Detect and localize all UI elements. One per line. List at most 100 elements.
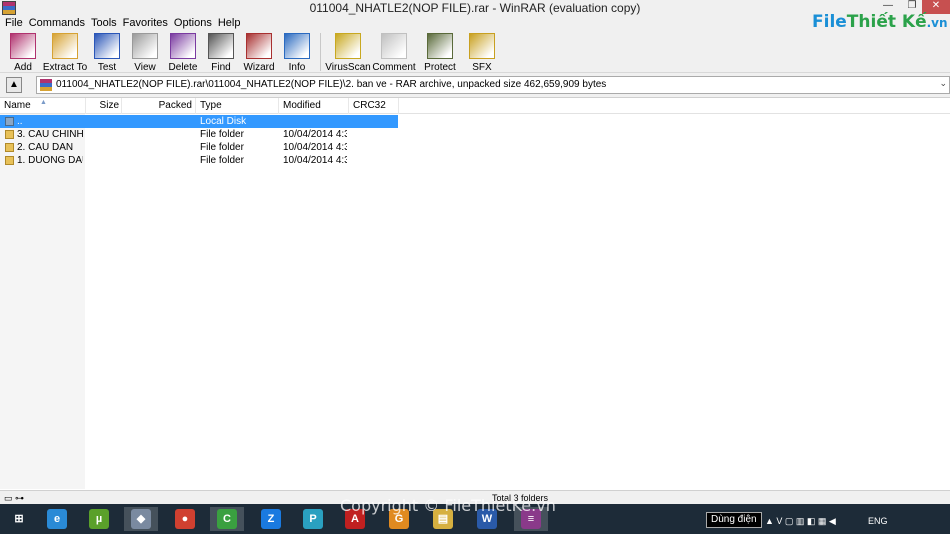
archive-icon	[40, 79, 52, 91]
column-packed[interactable]: Packed	[122, 98, 196, 114]
virusscan-button[interactable]: VirusScan	[325, 31, 371, 73]
test-button[interactable]: Test	[88, 31, 126, 73]
watermark-ext: .vn	[926, 16, 948, 30]
column-crc32[interactable]: CRC32	[349, 98, 399, 114]
column-size[interactable]: Size	[86, 98, 122, 114]
file-type: File folder	[200, 155, 244, 166]
battery-tooltip: Dùng điện	[706, 512, 762, 528]
coc-coc-taskbar-button[interactable]: C	[210, 507, 244, 531]
add-archive-icon	[10, 33, 36, 59]
column-name[interactable]: Name ▲	[0, 98, 86, 114]
menu-bar: File Commands Tools Favorites Options He…	[0, 15, 950, 31]
address-bar: ▲ 011004_NHATLE2(NOP FILE).rar\011004_NH…	[0, 76, 950, 94]
column-type[interactable]: Type	[196, 98, 279, 114]
menu-favorites[interactable]: Favorites	[122, 15, 173, 31]
wizard-icon	[246, 33, 272, 59]
add-button[interactable]: Add	[4, 31, 42, 73]
watermark-logo: FileThiết Kế.vn	[812, 12, 948, 32]
toolbar-label: Find	[211, 62, 231, 73]
toolbar: Add Extract To Test View Delete Find Wizard Inf…	[0, 31, 950, 73]
column-modified[interactable]: Modified	[279, 98, 349, 114]
view-button[interactable]: View	[126, 31, 164, 73]
wizard-button[interactable]: Wizard	[240, 31, 278, 73]
table-row[interactable]: 3. CAU CHINH File folder 10/04/2014 4:3...	[0, 128, 398, 141]
windows-start-taskbar-button[interactable]: ⊞	[2, 507, 36, 531]
toolbar-label: View	[134, 62, 156, 73]
toolbar-label: Comment	[372, 62, 416, 73]
internet-explorer-icon: e	[47, 509, 67, 529]
copyright-watermark: Copyright © FileThietKe.vn	[340, 496, 556, 515]
pdf-app-icon: P	[303, 509, 323, 529]
toolbar-label: Wizard	[243, 62, 275, 73]
drive-status-icon[interactable]: ▭ ⊶	[4, 493, 24, 504]
file-modified: 10/04/2014 4:3...	[283, 142, 347, 153]
extract-to-button[interactable]: Extract To	[42, 31, 88, 73]
zalo-icon: Z	[261, 509, 281, 529]
menu-file[interactable]: File	[4, 15, 28, 31]
protect-button[interactable]: Protect	[417, 31, 463, 73]
folder-icon	[5, 130, 14, 139]
file-name: 2. CAU DAN	[17, 142, 74, 153]
path-combobox[interactable]: 011004_NHATLE2(NOP FILE).rar\011004_NHAT…	[36, 76, 950, 94]
file-name: ..	[17, 116, 23, 127]
pdf-app-taskbar-button[interactable]: P	[296, 507, 330, 531]
table-row[interactable]: 2. CAU DAN File folder 10/04/2014 4:3...	[0, 141, 398, 154]
table-row[interactable]: .. Local Disk	[0, 115, 398, 128]
toolbar-label: Info	[288, 62, 306, 73]
info-button[interactable]: Info	[278, 31, 316, 73]
windows-start-icon: ⊞	[9, 509, 29, 529]
tray-icons[interactable]: ▲ V ▢ ▥ ◧ ▦ ◀	[765, 516, 836, 527]
toolbar-separator	[320, 33, 321, 71]
chrome-taskbar-button[interactable]: ●	[168, 507, 202, 531]
file-type: File folder	[200, 129, 244, 140]
toolbar-label: Delete	[168, 62, 198, 73]
explorer-app-taskbar-button[interactable]: ◆	[124, 507, 158, 531]
explorer-app-icon: ◆	[131, 509, 151, 529]
up-folder-button[interactable]: ▲	[6, 77, 22, 93]
extract-icon	[52, 33, 78, 59]
menu-help[interactable]: Help	[217, 15, 246, 31]
toolbar-label: Test	[97, 62, 117, 73]
zalo-taskbar-button[interactable]: Z	[254, 507, 288, 531]
file-list: Name ▲ Size Packed Type Modified CRC32 ..…	[0, 97, 950, 490]
chevron-down-icon[interactable]: ⌄	[939, 78, 947, 89]
test-icon	[94, 33, 120, 59]
file-name: 1. DUONG DAU ...	[17, 155, 83, 166]
toolbar-label: SFX	[472, 62, 492, 73]
file-type: File folder	[200, 142, 244, 153]
comment-button[interactable]: Comment	[371, 31, 417, 73]
utorrent-icon: µ	[89, 509, 109, 529]
file-modified: 10/04/2014 4:3...	[283, 155, 347, 166]
menu-commands[interactable]: Commands	[28, 15, 90, 31]
folder-icon	[5, 143, 14, 152]
protect-icon	[427, 33, 453, 59]
menu-tools[interactable]: Tools	[90, 15, 122, 31]
table-row[interactable]: 1. DUONG DAU ... File folder 10/04/2014 4:…	[0, 154, 398, 167]
utorrent-taskbar-button[interactable]: µ	[82, 507, 116, 531]
window-title: 011004_NHATLE2(NOP FILE).rar - WinRAR (e…	[309, 1, 641, 15]
watermark-name: Thiết Kế	[846, 12, 927, 32]
folder-icon	[5, 156, 14, 165]
chrome-icon: ●	[175, 509, 195, 529]
file-modified: 10/04/2014 4:3...	[283, 129, 347, 140]
toolbar-label: Extract To	[42, 62, 88, 73]
name-column-background	[0, 114, 85, 489]
delete-icon	[170, 33, 196, 59]
sfx-button[interactable]: SFX	[463, 31, 501, 73]
find-button[interactable]: Find	[202, 31, 240, 73]
sort-ascending-icon: ▲	[40, 99, 47, 106]
file-name: 3. CAU CHINH	[17, 129, 83, 140]
toolbar-label: Protect	[424, 62, 456, 73]
coc-coc-icon: C	[217, 509, 237, 529]
language-indicator[interactable]: ENG	[868, 516, 888, 526]
delete-button[interactable]: Delete	[164, 31, 202, 73]
watermark-brand: File	[812, 12, 847, 32]
comment-icon	[381, 33, 407, 59]
disk-icon	[5, 117, 14, 126]
toolbar-label: VirusScan	[325, 62, 371, 73]
internet-explorer-taskbar-button[interactable]: e	[40, 507, 74, 531]
info-icon	[284, 33, 310, 59]
file-type: Local Disk	[200, 116, 247, 127]
virusscan-icon	[335, 33, 361, 59]
menu-options[interactable]: Options	[173, 15, 217, 31]
